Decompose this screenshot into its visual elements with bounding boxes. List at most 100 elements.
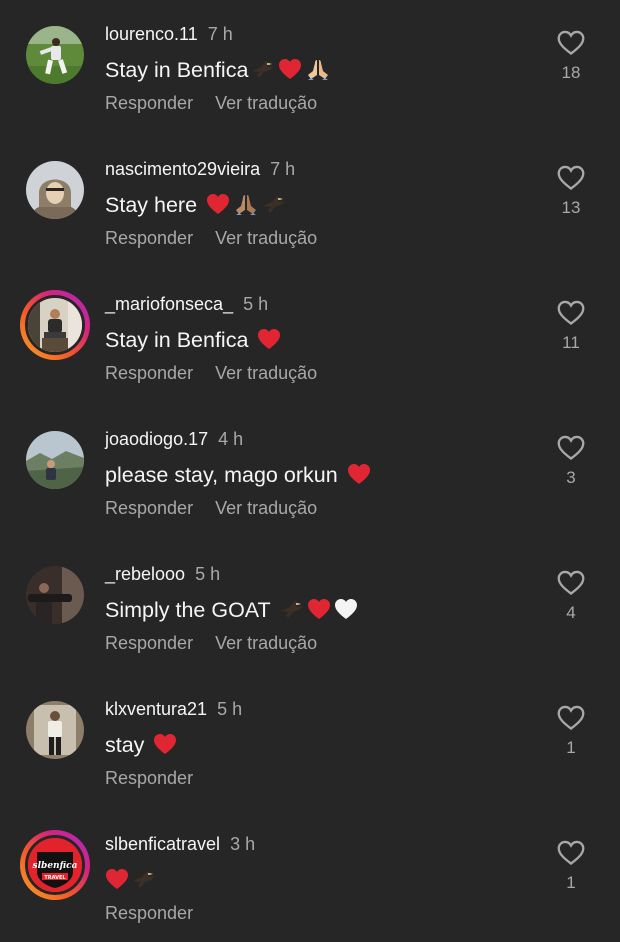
username[interactable]: joaodiogo.17: [105, 429, 208, 449]
like-count: 18: [561, 63, 581, 82]
eagle-emoji: [262, 193, 286, 215]
red-heart-emoji: [206, 193, 230, 215]
logo-wordmark: slbenfica: [33, 861, 78, 871]
comment-body: please stay, mago orkun: [105, 463, 338, 487]
reply-button[interactable]: Responder: [105, 93, 193, 113]
comment-meta: _rebelooo 5 h: [105, 562, 220, 586]
like-control: 1: [551, 705, 591, 759]
heart-outline-icon[interactable]: [557, 30, 585, 56]
username[interactable]: klxventura21: [105, 699, 207, 719]
avatar-story-ring[interactable]: [20, 290, 90, 360]
eagle-emoji: [132, 868, 156, 890]
reply-button[interactable]: Responder: [105, 903, 193, 923]
heart-outline-icon[interactable]: [557, 300, 585, 326]
comment-actions: Responder Ver tradução: [105, 226, 317, 250]
timestamp: 3 h: [230, 834, 256, 854]
username[interactable]: _mariofonseca_: [105, 294, 233, 314]
red-heart-emoji: [278, 58, 302, 80]
comment-text: [105, 865, 156, 895]
reply-button[interactable]: Responder: [105, 363, 193, 383]
red-heart-emoji: [153, 733, 177, 755]
eagle-emoji: [280, 598, 304, 620]
reply-button[interactable]: Responder: [105, 633, 193, 653]
slbenfica-travel-logo: slbenfica TRAVEL: [28, 838, 82, 892]
like-control: 1: [551, 840, 591, 894]
username[interactable]: lourenco.11: [105, 24, 198, 44]
comment-text: please stay, mago orkun: [105, 460, 371, 490]
comment-body: Stay in Benfica: [105, 58, 249, 82]
timestamp: 7 h: [270, 159, 296, 179]
avatar[interactable]: [26, 431, 84, 489]
mirror-selfie-photo: [26, 701, 84, 759]
comment-meta: nascimento29vieira 7 h: [105, 157, 295, 181]
comment-body: Simply the GOAT: [105, 598, 271, 622]
comment-item: slbenfica TRAVEL slbenficatravel 3 h Resp…: [0, 810, 620, 942]
reply-button[interactable]: Responder: [105, 498, 193, 518]
like-count: 4: [566, 603, 576, 622]
comment-item: lourenco.11 7 h Stay in Benfica Responder…: [0, 0, 620, 135]
comment-actions: Responder Ver tradução: [105, 631, 317, 655]
username[interactable]: slbenficatravel: [105, 834, 220, 854]
comment-actions: Responder Ver tradução: [105, 496, 317, 520]
heart-outline-icon[interactable]: [557, 435, 585, 461]
avatar: slbenfica TRAVEL: [25, 835, 85, 895]
comment-actions: Responder: [105, 901, 193, 925]
see-translation-button[interactable]: Ver tradução: [215, 363, 317, 383]
avatar[interactable]: [26, 566, 84, 624]
reply-button[interactable]: Responder: [105, 228, 193, 248]
like-control: 18: [551, 30, 591, 84]
like-control: 11: [551, 300, 591, 354]
comment-meta: slbenficatravel 3 h: [105, 832, 255, 856]
see-translation-button[interactable]: Ver tradução: [215, 93, 317, 113]
comment-item: nascimento29vieira 7 h Stay here Responde…: [0, 135, 620, 270]
heart-outline-icon[interactable]: [557, 705, 585, 731]
logo-subtext: TRAVEL: [44, 875, 66, 881]
comment-meta: lourenco.11 7 h: [105, 22, 233, 46]
heart-outline-icon[interactable]: [557, 570, 585, 596]
avatar[interactable]: [26, 26, 84, 84]
see-translation-button[interactable]: Ver tradução: [215, 498, 317, 518]
like-control: 3: [551, 435, 591, 489]
comment-body: Stay in Benfica: [105, 328, 249, 352]
timestamp: 5 h: [217, 699, 243, 719]
see-translation-button[interactable]: Ver tradução: [215, 228, 317, 248]
comment-meta: joaodiogo.17 4 h: [105, 427, 243, 451]
comment-text: Stay here: [105, 190, 286, 220]
comment-meta: _mariofonseca_ 5 h: [105, 292, 268, 316]
like-control: 13: [551, 165, 591, 219]
red-heart-emoji: [347, 463, 371, 485]
comment-actions: Responder: [105, 766, 193, 790]
comment-actions: Responder Ver tradução: [105, 91, 317, 115]
timestamp: 7 h: [207, 24, 233, 44]
comment-text: Simply the GOAT: [105, 595, 358, 625]
like-count: 11: [562, 333, 580, 352]
hooded-person-photo: [26, 161, 84, 219]
heart-outline-icon[interactable]: [557, 840, 585, 866]
see-translation-button[interactable]: Ver tradução: [215, 633, 317, 653]
folded-hands-emoji: [233, 193, 259, 215]
folded-hands-emoji: [305, 58, 331, 80]
comment-text: stay: [105, 730, 177, 760]
comment-text: Stay in Benfica: [105, 325, 281, 355]
dark-room-photo: [26, 566, 84, 624]
comment-body: stay: [105, 733, 145, 757]
username[interactable]: _rebelooo: [105, 564, 185, 584]
comments-list: lourenco.11 7 h Stay in Benfica Responder…: [0, 0, 620, 942]
comment-meta: klxventura21 5 h: [105, 697, 242, 721]
username[interactable]: nascimento29vieira: [105, 159, 260, 179]
heart-outline-icon[interactable]: [557, 165, 585, 191]
red-heart-emoji: [105, 868, 129, 890]
avatar-story-ring[interactable]: slbenfica TRAVEL: [20, 830, 90, 900]
like-count: 3: [566, 468, 576, 487]
avatar[interactable]: [26, 161, 84, 219]
soccer-player-photo: [26, 26, 84, 84]
reply-button[interactable]: Responder: [105, 768, 193, 788]
timestamp: 5 h: [195, 564, 221, 584]
like-count: 1: [566, 738, 576, 757]
seated-person-photo: [28, 298, 82, 352]
comment-item: _rebelooo 5 h Simply the GOAT Responder Ve…: [0, 540, 620, 675]
like-count: 13: [561, 198, 581, 217]
avatar[interactable]: [26, 701, 84, 759]
red-heart-emoji: [307, 598, 331, 620]
like-count: 1: [566, 873, 576, 892]
